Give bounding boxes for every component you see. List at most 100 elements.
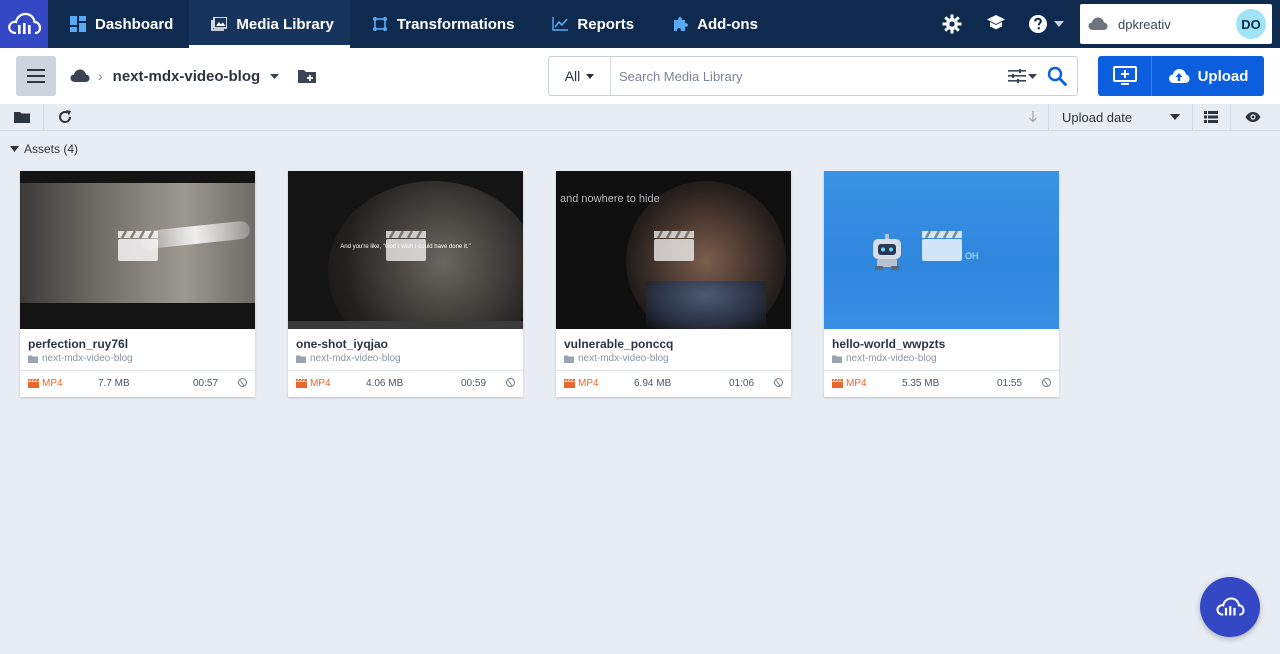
screen-add-icon — [1112, 66, 1137, 85]
toolbar-divider — [1048, 104, 1049, 130]
search-button[interactable] — [1047, 66, 1067, 86]
hamburger-icon — [27, 69, 45, 83]
asset-meta: one-shot_iyqjao next-mdx-video-blog — [288, 329, 523, 371]
video-clapper-icon — [922, 230, 962, 261]
asset-folder-name: next-mdx-video-blog — [578, 353, 669, 364]
asset-size: 7.7 MB — [98, 378, 130, 389]
public-globe-icon — [506, 378, 515, 390]
asset-footer: MP4 7.7 MB 00:57 — [20, 371, 255, 397]
asset-format: MP4 — [296, 378, 331, 389]
caret-down-icon — [10, 146, 19, 152]
asset-card[interactable]: OH hello-world_wwpzts next-mdx-video-blo… — [824, 171, 1059, 397]
cloud-root-icon[interactable] — [70, 69, 90, 83]
asset-size: 5.35 MB — [902, 378, 940, 389]
sort-select[interactable]: Upload date — [1050, 104, 1190, 130]
asset-size: 4.06 MB — [366, 378, 404, 389]
video-format-icon — [28, 379, 39, 388]
preview-toggle-button[interactable] — [1240, 104, 1266, 130]
asset-folder: next-mdx-video-blog — [28, 353, 247, 364]
nav-reports[interactable]: Reports — [530, 0, 650, 48]
video-format-icon — [832, 379, 843, 388]
upload-group: Upload — [1098, 56, 1264, 96]
refresh-icon — [59, 110, 72, 123]
sort-select-label: Upload date — [1062, 109, 1133, 125]
assets-section-toggle[interactable]: Assets (4) — [10, 142, 78, 156]
public-globe-icon — [238, 378, 247, 390]
assets-section-title: Assets (4) — [24, 142, 79, 156]
transformations-icon — [372, 16, 388, 32]
asset-folder: next-mdx-video-blog — [832, 353, 1051, 364]
upload-button[interactable]: Upload — [1152, 56, 1264, 96]
screen-capture-button[interactable] — [1098, 56, 1152, 96]
asset-card[interactable]: and nowhere to hide vulnerable_ponccq ne… — [556, 171, 791, 397]
nav-addons[interactable]: Add-ons — [650, 0, 774, 48]
asset-footer: MP4 6.94 MB 01:06 — [556, 371, 791, 397]
asset-thumbnail[interactable]: And you're like, "God I wish I could hav… — [288, 171, 523, 329]
folder-view-button[interactable] — [8, 104, 36, 130]
dashboard-icon — [70, 16, 86, 32]
nav-media-library[interactable]: Media Library — [189, 0, 350, 48]
asset-name: vulnerable_ponccq — [564, 337, 674, 351]
search-icon — [1047, 66, 1067, 86]
cloudinary-logo[interactable] — [0, 0, 48, 48]
list-view-icon — [1204, 111, 1218, 123]
nav-transformations[interactable]: Transformations — [350, 0, 531, 48]
asset-thumbnail[interactable]: and nowhere to hide — [556, 171, 791, 329]
video-clapper-icon — [386, 230, 426, 261]
video-format-icon — [296, 379, 307, 388]
asset-format: MP4 — [564, 378, 599, 389]
asset-format: MP4 — [28, 378, 63, 389]
chevron-down-icon — [1054, 21, 1064, 27]
search-filter-select[interactable]: All — [549, 57, 611, 95]
asset-format: MP4 — [832, 378, 867, 389]
video-clapper-icon — [654, 230, 694, 261]
nav-addons-label: Add-ons — [697, 15, 758, 33]
asset-meta: vulnerable_ponccq next-mdx-video-blog — [556, 329, 791, 371]
folder-icon — [14, 112, 30, 123]
help-button[interactable] — [1018, 0, 1074, 48]
asset-thumbnail[interactable] — [20, 171, 255, 329]
list-view-button[interactable] — [1198, 104, 1224, 130]
settings-button[interactable] — [930, 0, 974, 48]
chevron-down-icon — [1170, 114, 1180, 120]
toolbar-divider — [1192, 104, 1193, 130]
current-folder-name[interactable]: next-mdx-video-blog — [113, 68, 261, 85]
reports-icon — [552, 17, 569, 31]
learn-button[interactable] — [974, 0, 1018, 48]
advanced-search-button[interactable] — [1008, 69, 1037, 83]
video-format-icon — [564, 379, 575, 388]
upload-label: Upload — [1197, 67, 1249, 85]
asset-name: hello-world_wwpzts — [832, 337, 946, 351]
asset-footer: MP4 5.35 MB 01:55 — [824, 371, 1059, 397]
asset-card[interactable]: And you're like, "God I wish I could hav… — [288, 171, 523, 397]
asset-folder-name: next-mdx-video-blog — [310, 353, 401, 364]
gear-icon — [942, 14, 962, 34]
asset-card[interactable]: perfection_ruy76l next-mdx-video-blog MP… — [20, 171, 255, 397]
search-input[interactable] — [611, 58, 1008, 94]
asset-thumbnail[interactable]: OH — [824, 171, 1059, 329]
asset-duration: 00:59 — [461, 378, 487, 389]
avatar[interactable]: DO — [1236, 9, 1266, 39]
support-chat-button[interactable] — [1200, 577, 1260, 637]
sidebar-toggle-button[interactable] — [16, 56, 56, 96]
breadcrumb-separator: › — [98, 68, 103, 84]
sort-direction-button[interactable] — [1022, 104, 1044, 130]
search-filter-label: All — [564, 68, 581, 84]
refresh-button[interactable] — [52, 104, 78, 130]
asset-format-label: MP4 — [578, 378, 599, 389]
asset-format-label: MP4 — [846, 378, 867, 389]
media-library-icon — [211, 17, 228, 31]
nav-dashboard[interactable]: Dashboard — [48, 0, 189, 48]
asset-duration: 00:57 — [193, 378, 219, 389]
asset-folder-name: next-mdx-video-blog — [846, 353, 937, 364]
asset-duration: 01:06 — [729, 378, 755, 389]
asset-meta: perfection_ruy76l next-mdx-video-blog — [20, 329, 255, 371]
account-switcher[interactable]: dpkreativ DO — [1080, 4, 1272, 44]
asset-size: 6.94 MB — [634, 378, 672, 389]
add-folder-icon[interactable] — [297, 68, 317, 84]
help-icon — [1029, 15, 1047, 33]
folder-dropdown-icon[interactable] — [270, 73, 280, 79]
cloud-icon — [1088, 17, 1108, 30]
nav-right: dpkreativ DO — [930, 0, 1280, 48]
sliders-icon — [1008, 69, 1026, 83]
